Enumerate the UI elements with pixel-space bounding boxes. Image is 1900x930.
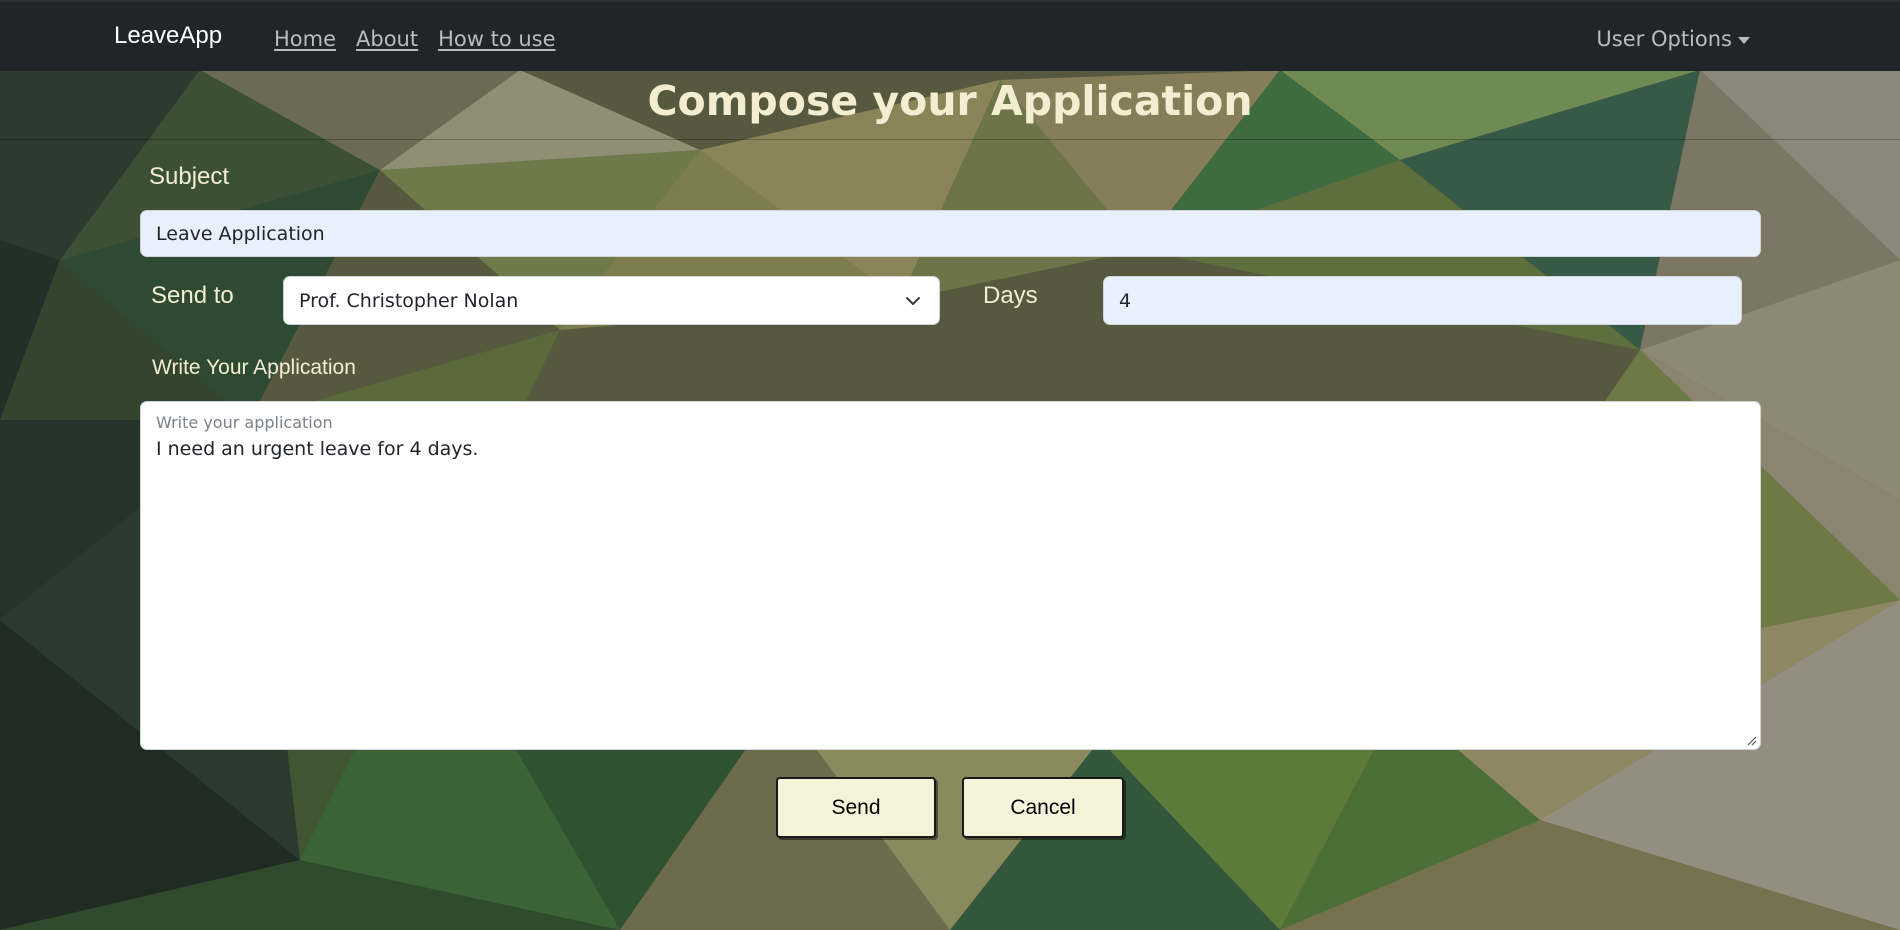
send-button[interactable]: Send — [776, 777, 936, 838]
nav-link-about[interactable]: About — [356, 27, 418, 51]
subject-label: Subject — [149, 163, 230, 190]
navbar: LeaveApp Home About How to use User Opti… — [0, 0, 1900, 71]
send-to-select[interactable]: Prof. Christopher Nolan — [283, 276, 940, 325]
brand-logo-link[interactable]: LeaveApp — [114, 22, 222, 50]
nav-links: Home About How to use — [274, 27, 556, 51]
chevron-down-icon — [906, 297, 920, 305]
page-title: Compose your Application — [647, 77, 1253, 125]
divider — [0, 139, 1900, 140]
application-floating-label: Write your application — [156, 413, 333, 432]
user-options-dropdown[interactable]: User Options — [1596, 27, 1750, 51]
user-options-label: User Options — [1596, 27, 1732, 51]
application-textarea[interactable]: Write your application I need an urgent … — [140, 401, 1761, 750]
subject-input[interactable] — [140, 210, 1761, 257]
send-to-selected-value: Prof. Christopher Nolan — [299, 289, 519, 312]
caret-down-icon — [1738, 36, 1750, 44]
days-label: Days — [983, 282, 1038, 309]
nav-link-home[interactable]: Home — [274, 27, 336, 51]
days-input[interactable] — [1103, 276, 1742, 325]
application-text: I need an urgent leave for 4 days. — [156, 438, 479, 460]
send-to-label: Send to — [151, 282, 234, 309]
cancel-button[interactable]: Cancel — [962, 777, 1124, 838]
write-application-label: Write Your Application — [152, 356, 356, 379]
nav-link-how-to-use[interactable]: How to use — [438, 27, 555, 51]
resize-handle-icon[interactable] — [1745, 734, 1757, 746]
compose-form-area: Compose your Application Subject Send to… — [0, 71, 1900, 930]
